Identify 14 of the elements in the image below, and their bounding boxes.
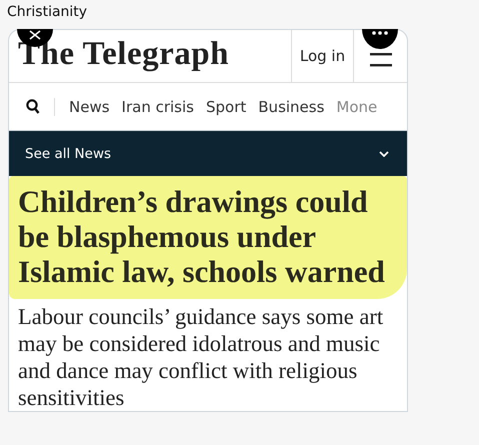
caption-text: Christianity — [6, 3, 88, 22]
nav-link[interactable]: Mone — [336, 98, 378, 116]
article-standfirst: Labour councils’ guidance says some art may be considered idolatrous and music and dance may conflict with religious sensitivities — [18, 303, 384, 411]
chevron-down-icon — [379, 150, 389, 156]
nav-link[interactable]: Business — [258, 98, 324, 116]
nav-link[interactable]: News — [69, 98, 110, 116]
article-headline: Children’s drawings could be blasphemous under Islamic law, schools warned — [9, 176, 407, 299]
nav-link[interactable]: Iran crisis — [122, 98, 194, 116]
section-bar[interactable]: See all News — [9, 131, 407, 176]
search-icon[interactable] — [26, 99, 40, 114]
menu-icon[interactable] — [370, 53, 392, 67]
section-label: See all News — [25, 146, 112, 162]
nav-link[interactable]: Sport — [206, 98, 246, 116]
more-options-button[interactable] — [362, 29, 398, 50]
